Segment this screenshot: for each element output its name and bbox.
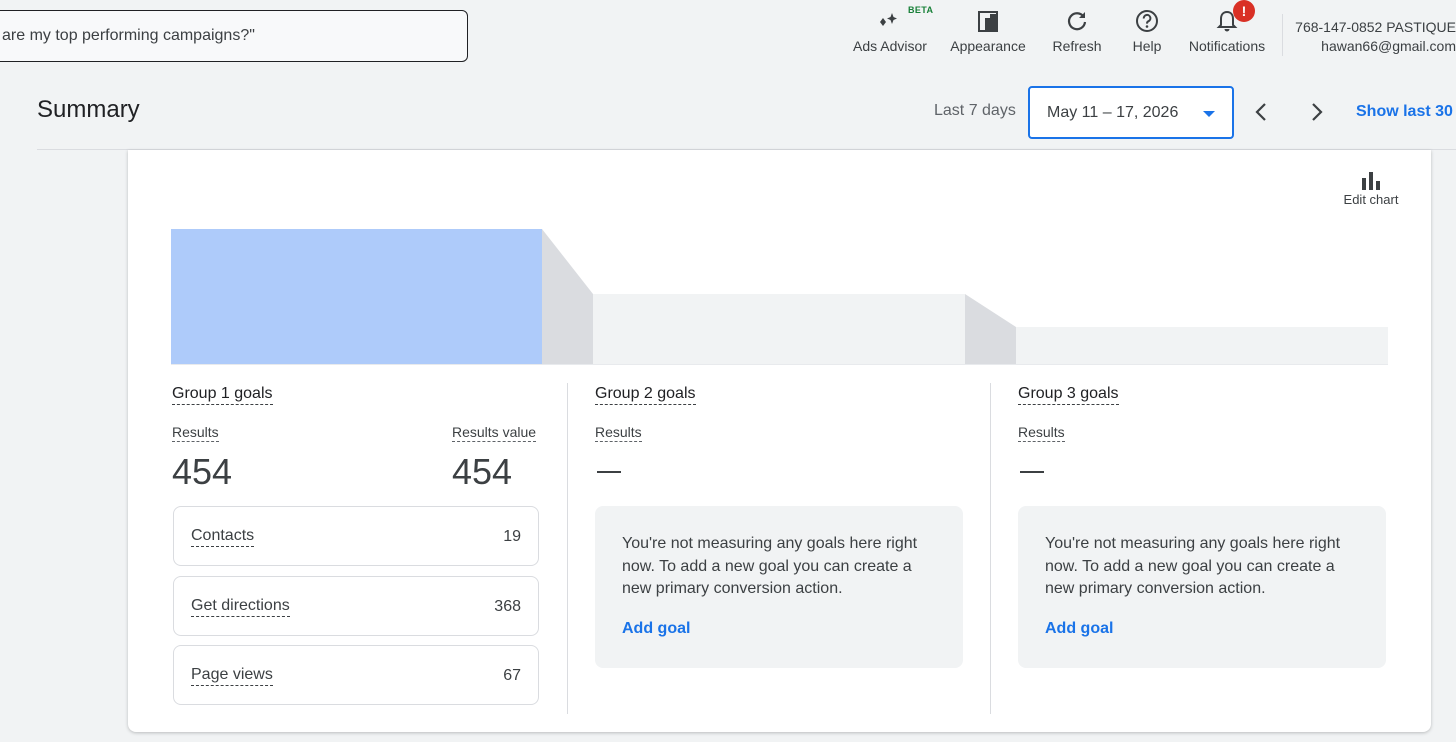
next-period-icon[interactable]: [1303, 99, 1329, 125]
group-3-empty-state: You're not measuring any goals here righ…: [1018, 506, 1386, 668]
group-2-title[interactable]: Group 2 goals: [595, 385, 696, 405]
header-divider: [1282, 14, 1283, 56]
edit-chart-label: Edit chart: [1343, 192, 1399, 207]
goal-value: 368: [494, 598, 521, 615]
funnel-step-group-1: [171, 229, 542, 365]
funnel-step-group-3: [1016, 327, 1388, 365]
refresh-icon: [1067, 12, 1087, 31]
refresh-button[interactable]: Refresh: [1044, 0, 1110, 64]
appearance-label: Appearance: [950, 38, 1026, 54]
bar-chart-icon: [1362, 172, 1380, 190]
show-last-30-days-link[interactable]: Show last 30 d: [1356, 103, 1456, 121]
notifications-label: Notifications: [1188, 38, 1266, 54]
appearance-button[interactable]: Appearance: [940, 0, 1036, 64]
group-separator: [990, 383, 991, 714]
goal-label: Get directions: [191, 597, 290, 617]
add-goal-link[interactable]: Add goal: [622, 620, 936, 638]
date-range-select[interactable]: May 11 – 17, 2026: [1028, 86, 1234, 139]
date-range-label: Last 7 days: [934, 102, 1016, 119]
empty-state-message: You're not measuring any goals here righ…: [622, 535, 918, 597]
help-icon: [1136, 10, 1158, 32]
account-email: hawan66@gmail.com: [1321, 38, 1456, 54]
funnel-connector-2: [965, 294, 1016, 365]
notification-alert-badge: !: [1233, 0, 1255, 22]
group-3-title[interactable]: Group 3 goals: [1018, 385, 1119, 405]
help-button[interactable]: Help: [1124, 0, 1170, 64]
dropdown-caret-icon: [1203, 111, 1215, 117]
group-3-results-label[interactable]: Results: [1018, 424, 1065, 442]
group-1-results-value-amount: 454: [452, 451, 513, 492]
beta-badge: BETA: [908, 5, 934, 15]
group-1-results-value-label[interactable]: Results value: [452, 424, 537, 442]
previous-period-icon[interactable]: [1249, 99, 1275, 125]
page-title: Summary: [37, 96, 140, 123]
group-separator: [567, 383, 568, 714]
goal-label: Page views: [191, 666, 273, 686]
ads-advisor-button[interactable]: BETA Ads Advisor: [840, 0, 940, 64]
group-1-results-value: 454: [172, 451, 233, 492]
group-2-results-empty: [597, 471, 621, 473]
conversion-funnel-chart: [171, 229, 1388, 365]
search-input-value: are my top performing campaigns?": [2, 27, 255, 44]
add-goal-link[interactable]: Add goal: [1045, 620, 1359, 638]
goal-value: 67: [503, 667, 521, 684]
appearance-icon: [978, 11, 998, 32]
search-input[interactable]: are my top performing campaigns?": [0, 10, 468, 62]
group-1-title[interactable]: Group 1 goals: [172, 385, 273, 405]
edit-chart-button[interactable]: Edit chart: [1339, 170, 1403, 207]
goal-label: Contacts: [191, 527, 255, 547]
group-2-results-label[interactable]: Results: [595, 424, 642, 442]
notifications-button[interactable]: ! Notifications: [1182, 0, 1272, 64]
empty-state-message: You're not measuring any goals here righ…: [1045, 535, 1341, 597]
group-1-results-label[interactable]: Results: [172, 424, 219, 442]
funnel-step-group-2: [593, 294, 965, 365]
account-info[interactable]: 768-147-0852 PASTIQUE hawan66@gmail.com: [1292, 18, 1456, 56]
refresh-label: Refresh: [1052, 38, 1102, 54]
account-id: 768-147-0852 PASTIQUE: [1295, 19, 1456, 35]
goal-value: 19: [503, 528, 521, 545]
date-range-value: May 11 – 17, 2026: [1047, 103, 1179, 121]
goal-item-get-directions[interactable]: Get directions 368: [173, 576, 539, 636]
goal-item-page-views[interactable]: Page views 67: [173, 645, 539, 705]
funnel-connector-1: [542, 229, 593, 365]
goal-item-contacts[interactable]: Contacts 19: [173, 506, 539, 566]
group-3-results-empty: [1020, 471, 1044, 473]
sparkle-icon: [880, 13, 897, 26]
group-2-empty-state: You're not measuring any goals here righ…: [595, 506, 963, 668]
ads-advisor-label: Ads Advisor: [853, 38, 927, 54]
help-label: Help: [1132, 38, 1162, 54]
